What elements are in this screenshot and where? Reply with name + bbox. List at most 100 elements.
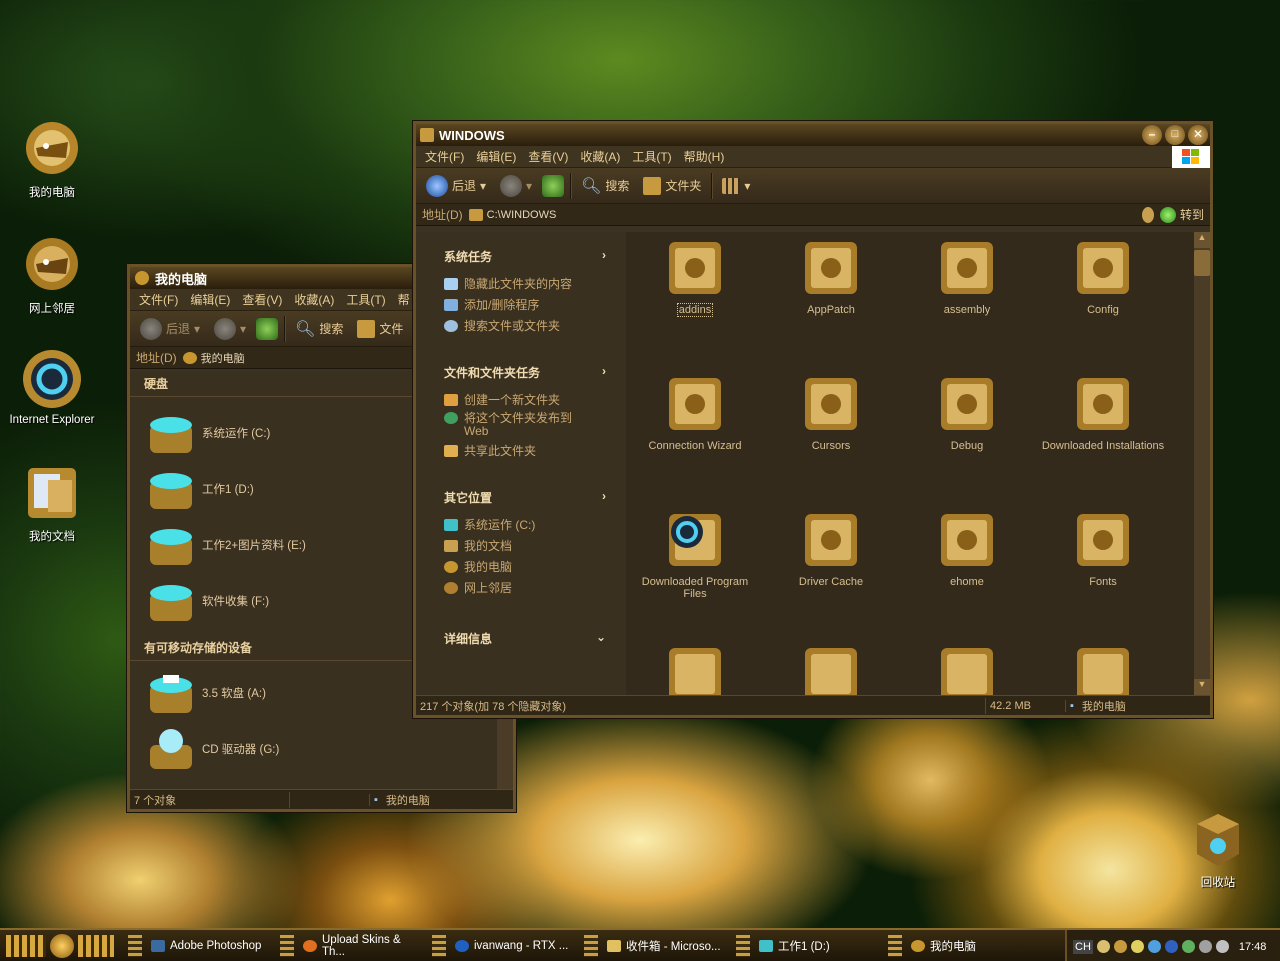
tray-icon-6[interactable] [1181,940,1195,953]
up-folder-icon[interactable] [542,174,565,197]
forward-button[interactable]: ▾ [496,173,536,199]
firefox-icon [303,939,317,952]
folder-item-partial[interactable] [902,642,1032,695]
menu-help[interactable]: 帮助(H) [681,148,734,165]
task-link[interactable]: 我的电脑 [444,558,626,575]
taskbar-item-my-computer[interactable]: 我的电脑 [878,933,1030,959]
folder-item[interactable]: Driver Cache [766,508,896,588]
taskbar-item-drive-d[interactable]: 工作1 (D:) [726,933,878,959]
minimize-button[interactable]: – [1142,125,1162,145]
task-group-file[interactable]: 文件和文件夹任务 › [444,364,626,381]
task-link[interactable]: 隐藏此文件夹的内容 [444,275,626,292]
menu-tools[interactable]: 工具(T) [343,291,394,308]
vertical-scrollbar[interactable]: ▲ ▼ [1194,232,1210,695]
internet-explorer-icon [23,350,81,408]
taskbar-item-firefox[interactable]: Upload Skins & Th... [270,933,422,959]
menu-edit[interactable]: 编辑(E) [187,291,239,308]
window-titlebar[interactable]: WINDOWS – □ ✕ [416,124,1210,146]
folder-item-partial[interactable] [1038,642,1168,695]
scroll-thumb[interactable] [1194,250,1210,276]
folder-item[interactable]: Config [1038,236,1168,316]
taskbar-grip [584,934,598,957]
start-ornament-icon [78,934,114,957]
taskbar-item-photoshop[interactable]: Adobe Photoshop [118,933,270,959]
folder-item[interactable]: ehome [902,508,1032,588]
folder-icon [1077,648,1129,695]
task-link[interactable]: 系统运作 (C:) [444,516,626,533]
drive-g[interactable]: CD 驱动器 (G:) [130,721,513,777]
folder-item-partial[interactable] [630,642,760,695]
folder-item[interactable]: Downloaded Installations [1038,372,1168,452]
language-indicator[interactable]: CH [1073,939,1093,954]
tray-icon-1[interactable] [1096,940,1110,953]
taskbar-item-outlook[interactable]: 收件箱 - Microso... [574,933,726,959]
tray-icon-2[interactable] [1113,940,1127,953]
desktop-icon-label: 我的电脑 [29,187,75,199]
folder-item[interactable]: addins [630,236,760,317]
search-button[interactable]: 🔍︎ 搜索 [291,317,347,341]
up-folder-icon[interactable] [256,317,279,340]
folder-item[interactable]: Fonts [1038,508,1168,588]
tray-icon-4[interactable] [1147,940,1161,953]
task-group-system[interactable]: 系统任务 › [444,248,626,265]
address-field[interactable]: 我的电脑 [182,350,245,366]
menu-view[interactable]: 查看(V) [525,148,577,165]
back-button[interactable]: 后退 ▾ [422,173,490,199]
views-icon [722,177,741,194]
folder-item[interactable]: assembly [902,236,1032,316]
address-value: C:\WINDOWS [486,208,557,221]
search-button[interactable]: 🔍︎ 搜索 [577,174,633,198]
task-link[interactable]: 创建一个新文件夹 [444,391,626,408]
tray-icon-3[interactable] [1130,940,1144,953]
close-button[interactable]: ✕ [1188,125,1208,145]
task-group-details[interactable]: 详细信息 ⌄ [444,630,626,647]
forward-button[interactable]: ▾ [210,316,250,342]
desktop-icon-my-documents[interactable]: 我的文档 [2,462,102,544]
menu-file[interactable]: 文件(F) [136,291,187,308]
address-value: 我的电脑 [200,352,245,365]
menu-favorites[interactable]: 收藏(A) [577,148,629,165]
folder-item[interactable]: AppPatch [766,236,896,316]
folder-item[interactable]: Debug [902,372,1032,452]
toolbar-separator [284,315,286,342]
task-link[interactable]: 我的文档 [444,537,626,554]
menu-tools[interactable]: 工具(T) [629,148,680,165]
task-link[interactable]: 将这个文件夹发布到 Web [444,412,626,438]
back-button[interactable]: 后退 ▾ [136,316,204,342]
desktop-icon-my-computer[interactable]: 我的电脑 [2,118,102,200]
task-link[interactable]: 共享此文件夹 [444,442,626,459]
go-button[interactable]: 转到 [1159,206,1204,223]
menu-favorites[interactable]: 收藏(A) [291,291,343,308]
ie-folder-icon [669,514,721,566]
hard-drive-icon [150,417,192,453]
folder-item[interactable]: Downloaded Program Files [630,508,760,600]
volume-icon[interactable] [1215,940,1229,953]
task-group-title: 其它位置 [444,491,493,505]
scroll-up-button[interactable]: ▲ [1194,232,1210,248]
folder-item[interactable]: Connection Wizard [630,372,760,452]
folders-button[interactable]: 文件夹 [639,175,705,197]
desktop-icon-ie[interactable]: Internet Explorer [2,348,102,426]
desktop-icon-recycle-bin[interactable]: 回收站 [1168,808,1268,890]
folder-item[interactable]: Cursors [766,372,896,452]
task-group-other[interactable]: 其它位置 › [444,489,626,506]
scroll-down-button[interactable]: ▼ [1194,679,1210,695]
folder-item-partial[interactable] [766,642,896,695]
tray-icon-5[interactable] [1164,940,1178,953]
tray-icon-7[interactable] [1198,940,1212,953]
start-button[interactable] [0,931,118,961]
maximize-button[interactable]: □ [1165,125,1185,145]
folders-button[interactable]: 文件 [353,318,407,340]
taskbar-item-rtx[interactable]: ivanwang - RTX ... [422,933,574,959]
task-link[interactable]: 网上邻居 [444,579,626,596]
address-field[interactable]: C:\WINDOWS [468,208,557,221]
task-link[interactable]: 搜索文件或文件夹 [444,317,626,334]
address-dropdown-button[interactable] [1141,206,1154,223]
menu-edit[interactable]: 编辑(E) [473,148,525,165]
task-link[interactable]: 添加/删除程序 [444,296,626,313]
views-button[interactable]: ▾ [718,176,754,196]
clock[interactable]: 17:48 [1239,941,1267,953]
menu-view[interactable]: 查看(V) [239,291,291,308]
menu-file[interactable]: 文件(F) [422,148,473,165]
desktop-icon-network[interactable]: 网上邻居 [2,234,102,316]
